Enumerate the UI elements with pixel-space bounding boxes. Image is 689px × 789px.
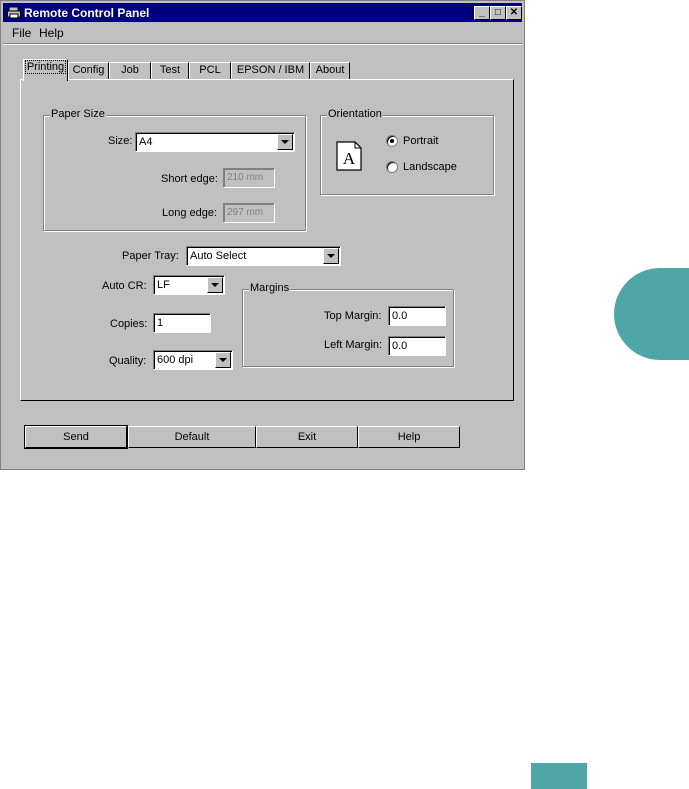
chevron-down-icon[interactable] xyxy=(277,134,293,150)
quality-value: 600 dpi xyxy=(157,354,194,366)
left-margin-label: Left Margin: xyxy=(324,339,383,351)
tab-printing[interactable]: Printing xyxy=(23,59,68,81)
top-margin-label: Top Margin: xyxy=(324,310,382,322)
left-margin-field[interactable]: 0.0 xyxy=(388,336,446,356)
menu-help[interactable]: Help xyxy=(39,26,64,40)
auto-cr-label: Auto CR: xyxy=(102,280,147,292)
quality-dropdown[interactable]: 600 dpi xyxy=(153,350,233,370)
short-edge-field: 210 mm xyxy=(223,168,275,188)
short-edge-label: Short edge: xyxy=(161,173,218,185)
long-edge-label: Long edge: xyxy=(162,207,218,219)
remote-control-panel-window: Remote Control Panel _ □ ✕ File Help Pri… xyxy=(0,0,525,470)
portrait-label[interactable]: Portrait xyxy=(403,135,438,147)
portrait-document-icon: A xyxy=(336,141,362,171)
tab-test[interactable]: Test xyxy=(151,62,189,79)
minimize-button[interactable]: _ xyxy=(474,6,490,20)
tab-pcl[interactable]: PCL xyxy=(189,62,231,79)
title-bar[interactable]: Remote Control Panel _ □ ✕ xyxy=(3,3,522,22)
copies-label: Copies: xyxy=(110,318,148,330)
paper-size-group-label: Paper Size xyxy=(50,108,106,120)
tab-epson-ibm[interactable]: EPSON / IBM xyxy=(231,62,310,79)
paper-tray-label: Paper Tray: xyxy=(122,250,179,262)
auto-cr-value: LF xyxy=(157,279,170,291)
tab-job[interactable]: Job xyxy=(109,62,151,79)
quality-label: Quality: xyxy=(109,355,147,367)
portrait-radio[interactable] xyxy=(386,135,398,147)
menu-file[interactable]: File xyxy=(12,26,31,40)
help-button[interactable]: Help xyxy=(358,426,460,448)
menu-separator xyxy=(3,43,522,45)
size-label: Size: xyxy=(108,135,133,147)
chevron-down-icon[interactable] xyxy=(215,352,231,368)
close-button[interactable]: ✕ xyxy=(506,6,522,20)
chevron-down-icon[interactable] xyxy=(323,248,339,264)
send-button[interactable]: Send xyxy=(24,425,128,449)
size-dropdown[interactable]: A4 xyxy=(135,132,295,152)
margins-group-label: Margins xyxy=(249,282,291,294)
doc-icon-letter: A xyxy=(343,149,356,168)
auto-cr-dropdown[interactable]: LF xyxy=(153,275,225,295)
chevron-down-icon[interactable] xyxy=(207,277,223,293)
long-edge-field: 297 mm xyxy=(223,203,275,223)
top-margin-field[interactable]: 0.0 xyxy=(388,306,446,326)
window-title: Remote Control Panel xyxy=(24,6,150,20)
printer-icon xyxy=(7,6,21,19)
exit-button[interactable]: Exit xyxy=(256,426,358,448)
copies-field[interactable]: 1 xyxy=(153,313,211,333)
paper-tray-dropdown[interactable]: Auto Select xyxy=(186,246,341,266)
tab-about[interactable]: About xyxy=(310,62,350,79)
orientation-group-label: Orientation xyxy=(327,108,383,120)
size-value: A4 xyxy=(139,136,153,148)
default-button[interactable]: Default xyxy=(128,426,256,448)
paper-tray-value: Auto Select xyxy=(190,250,247,262)
landscape-radio[interactable] xyxy=(386,161,398,173)
menu-bar: File Help xyxy=(3,23,522,41)
tab-config[interactable]: Config xyxy=(68,62,109,79)
landscape-label[interactable]: Landscape xyxy=(403,161,457,173)
maximize-button[interactable]: □ xyxy=(490,6,506,20)
teal-page-marker xyxy=(531,763,587,789)
teal-side-tab xyxy=(614,268,689,360)
